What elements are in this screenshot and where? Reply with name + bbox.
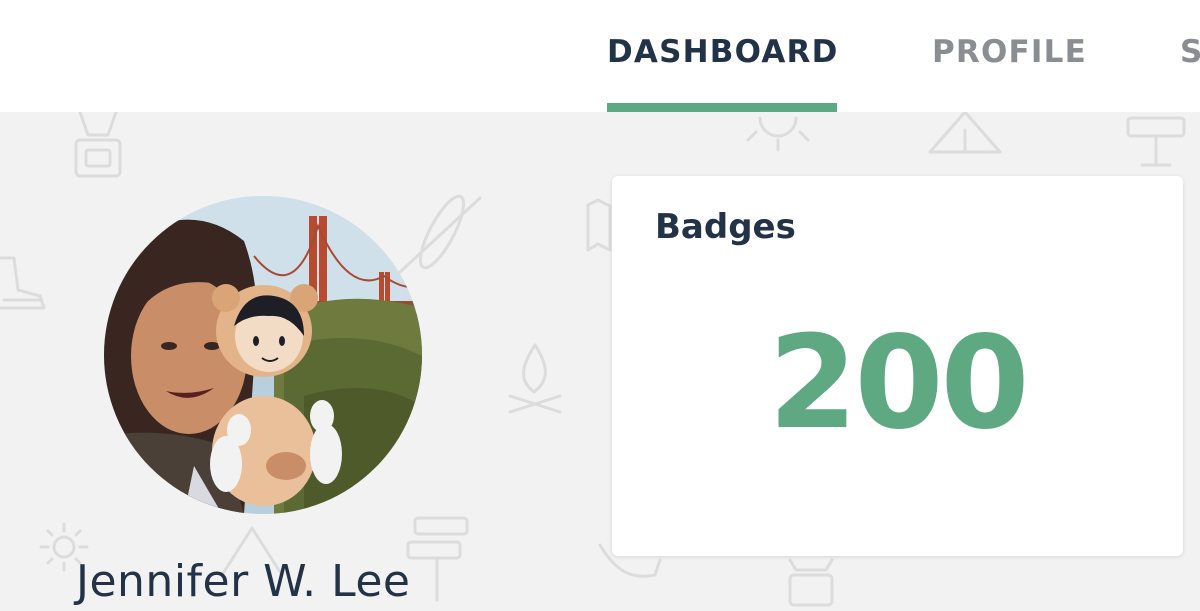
signpost-icon [1126,116,1186,167]
hiking-boot-icon [0,256,46,310]
tab-profile[interactable]: PROFILE [932,32,1087,72]
badges-card-title: Badges [655,207,796,247]
profile-photo [104,196,422,514]
campfire-icon [508,343,562,414]
user-name: Jennifer W. Lee [76,556,411,607]
lantern-icon [74,112,122,178]
signpost-icon [406,516,469,602]
kayak-icon [398,194,482,274]
active-tab-indicator [607,103,837,112]
tab-settings-partial[interactable]: S [1180,32,1200,72]
tent-icon [928,112,1002,154]
badges-card: Badges 200 [612,176,1183,556]
lantern-icon [788,558,834,607]
avatar [104,196,422,514]
sun-icon [746,116,810,152]
map-icon [586,198,612,252]
tab-dashboard[interactable]: DASHBOARD [607,32,839,72]
badges-count: 200 [768,309,1029,458]
top-navigation: DASHBOARD PROFILE S [0,0,1200,112]
